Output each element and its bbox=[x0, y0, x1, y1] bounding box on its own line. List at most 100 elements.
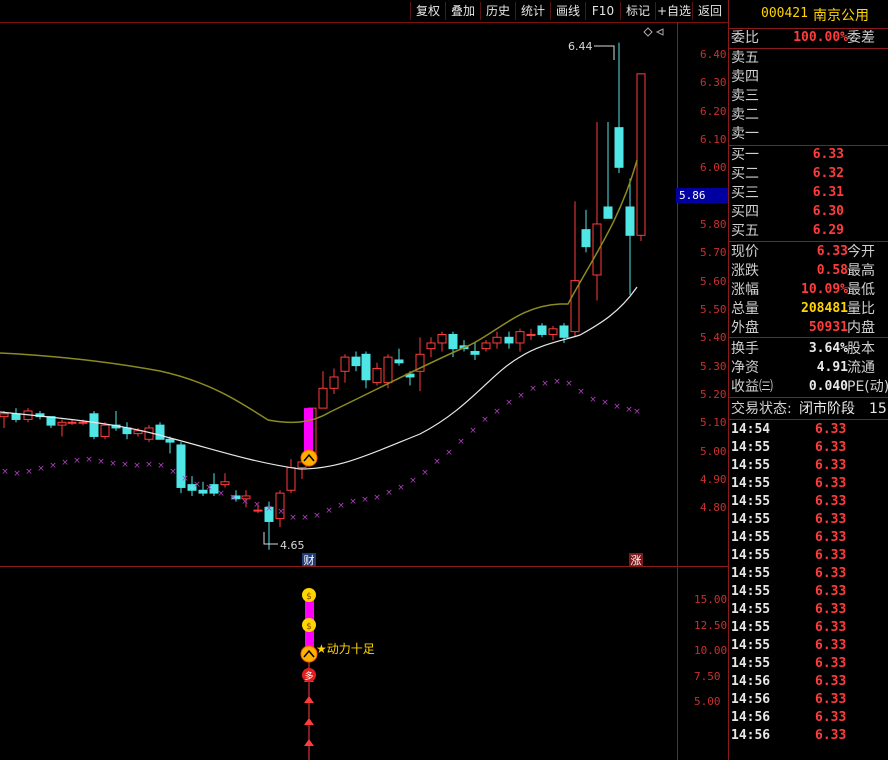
indicator-dot: × bbox=[97, 457, 105, 467]
quote-label2: 最低 bbox=[847, 282, 875, 298]
indicator-dot: × bbox=[433, 457, 441, 467]
stock-name: 南京公用 bbox=[813, 8, 869, 24]
indicator-dot: × bbox=[361, 495, 369, 505]
quote-value: 50931 bbox=[808, 320, 848, 335]
trade-status-label: 交易状态: bbox=[731, 401, 792, 417]
rocket-icon bbox=[300, 449, 318, 467]
indicator-dot: × bbox=[289, 513, 297, 523]
tick-row: 14:55 6.33 bbox=[729, 637, 888, 655]
buy-row: 买五 6.29 bbox=[729, 222, 888, 240]
fundamental-value: 0.040 bbox=[808, 379, 848, 394]
candle bbox=[111, 410, 121, 431]
triangle-icon[interactable] bbox=[655, 28, 664, 36]
candlestick-chart[interactable]: × × × × × × × × × × × × × × × × × × × × × × × × × × × × × × × × × × × × × × × ×… bbox=[0, 22, 677, 566]
buy-row: 买四 6.30 bbox=[729, 203, 888, 221]
tick-row: 14:55 6.33 bbox=[729, 655, 888, 673]
finance-marker[interactable]: 财 bbox=[302, 553, 316, 566]
overlay-button[interactable]: 叠加 bbox=[445, 2, 480, 20]
indicator-dot: × bbox=[601, 398, 609, 408]
buy-label: 买一 bbox=[731, 147, 759, 163]
buy-price: 6.31 bbox=[812, 185, 844, 200]
candle bbox=[394, 348, 404, 366]
quote-label: 总量 bbox=[731, 301, 759, 317]
limit-up-marker[interactable]: 涨 bbox=[629, 553, 643, 566]
quote-value: 6.33 bbox=[816, 244, 848, 259]
tick-row: 14:56 6.33 bbox=[729, 673, 888, 691]
price-tick-label: 6.30 bbox=[700, 76, 727, 90]
trade-status-extra: 15 bbox=[869, 401, 887, 417]
arrow-up-icon bbox=[304, 696, 314, 703]
candle bbox=[426, 337, 436, 358]
tick-price: 6.33 bbox=[815, 494, 847, 509]
indicator-chart[interactable]: $ $ 多 ★动力十足 bbox=[0, 567, 677, 760]
tick-row: 14:55 6.33 bbox=[729, 493, 888, 511]
draw-line-button[interactable]: 画线 bbox=[550, 2, 585, 20]
mark-button[interactable]: 标记 bbox=[620, 2, 655, 20]
price-tick-label: 6.10 bbox=[700, 132, 727, 146]
price-tick-label: 4.90 bbox=[700, 472, 727, 486]
indicator-tick-label: 12.50 bbox=[694, 618, 728, 632]
quote-row: 现价 6.33 今开 bbox=[729, 243, 888, 261]
indicator-dot: × bbox=[85, 455, 93, 465]
f10-button[interactable]: F10 bbox=[585, 2, 620, 20]
indicator-dot: × bbox=[73, 456, 81, 466]
divider bbox=[729, 397, 888, 398]
fundamental-value: 4.91 bbox=[816, 360, 848, 375]
buy-label: 买五 bbox=[731, 223, 759, 239]
candle bbox=[492, 331, 502, 349]
fundamental-value: 3.64% bbox=[808, 341, 848, 356]
candle bbox=[481, 340, 491, 352]
indicator-dot: × bbox=[337, 501, 345, 511]
candle bbox=[0, 410, 9, 428]
fundamental-label: 收益㈢ bbox=[731, 379, 773, 395]
quote-row: 涨幅 10.09% 最低 bbox=[729, 281, 888, 299]
fundamental-label2: 股本 bbox=[847, 341, 875, 357]
quote-label2: 内盘 bbox=[847, 320, 875, 336]
quote-row: 总量 208481 量比 bbox=[729, 300, 888, 318]
quote-value: 208481 bbox=[801, 301, 848, 316]
history-button[interactable]: 历史 bbox=[480, 2, 515, 20]
diamond-icon[interactable] bbox=[643, 27, 653, 37]
indicator-dot: × bbox=[205, 483, 213, 493]
indicator-dot: × bbox=[565, 379, 573, 389]
indicator-dot: × bbox=[181, 474, 189, 484]
sell-label: 卖四 bbox=[731, 69, 759, 85]
quote-value: 0.58 bbox=[816, 263, 848, 278]
quote-label: 现价 bbox=[731, 244, 759, 260]
buy-row: 买一 6.33 bbox=[729, 146, 888, 164]
indicator-dot: × bbox=[349, 497, 357, 507]
quote-value: 10.09% bbox=[801, 282, 848, 297]
indicator-dot: × bbox=[253, 500, 261, 510]
indicator-dot: × bbox=[241, 497, 249, 507]
candle bbox=[155, 422, 165, 440]
tick-price: 6.33 bbox=[815, 440, 847, 455]
statistics-button[interactable]: 统计 bbox=[515, 2, 550, 20]
fundamental-label2: 流通 bbox=[847, 360, 875, 376]
tick-time: 14:55 bbox=[731, 566, 771, 581]
bullish-marker: 多 bbox=[302, 668, 316, 682]
fuquan-button[interactable]: 复权 bbox=[410, 2, 445, 20]
sell-label: 卖三 bbox=[731, 88, 759, 104]
divider bbox=[729, 337, 888, 338]
tick-time: 14:55 bbox=[731, 440, 771, 455]
indicator-dot: × bbox=[109, 459, 117, 469]
tick-row: 14:55 6.33 bbox=[729, 475, 888, 493]
tick-price: 6.33 bbox=[815, 656, 847, 671]
back-button[interactable]: 返回 bbox=[692, 2, 727, 20]
candle bbox=[176, 442, 186, 494]
tick-row: 14:54 6.33 bbox=[729, 421, 888, 439]
indicator-tick-label: 7.50 bbox=[694, 669, 721, 683]
tick-time: 14:56 bbox=[731, 674, 771, 689]
add-watchlist-button[interactable]: +自选 bbox=[655, 2, 692, 20]
quote-label: 外盘 bbox=[731, 320, 759, 336]
tick-price: 6.33 bbox=[815, 530, 847, 545]
tick-row: 14:56 6.33 bbox=[729, 691, 888, 709]
tick-price: 6.33 bbox=[815, 548, 847, 563]
indicator-dot: × bbox=[313, 511, 321, 521]
indicator-dot: × bbox=[445, 448, 453, 458]
indicator-dot: × bbox=[325, 506, 333, 516]
indicator-dot: × bbox=[493, 407, 501, 417]
indicator-dot: × bbox=[61, 458, 69, 468]
bullish-marker-label: 多 bbox=[304, 670, 313, 682]
candle bbox=[415, 337, 425, 392]
